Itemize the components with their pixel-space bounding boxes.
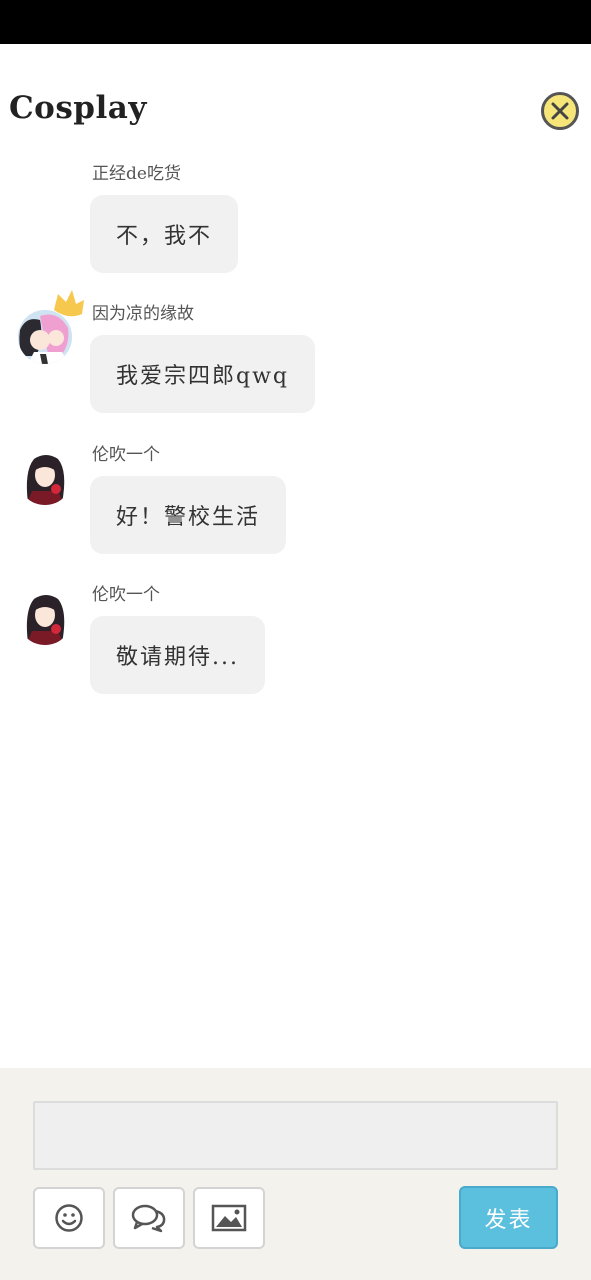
message-username: 正经de吃货 bbox=[92, 164, 181, 184]
message-username: 伦吹一个 bbox=[92, 445, 160, 465]
send-button[interactable]: 发表 bbox=[459, 1186, 558, 1249]
emoji-button[interactable] bbox=[33, 1187, 105, 1249]
message-bubble[interactable]: 不，我不 bbox=[90, 195, 239, 273]
image-button[interactable] bbox=[193, 1187, 265, 1249]
message-bubble[interactable]: 我爱宗四郎qwq bbox=[90, 335, 315, 413]
crown-icon bbox=[54, 290, 84, 317]
message-input[interactable] bbox=[33, 1101, 558, 1170]
close-circle-icon bbox=[551, 102, 569, 120]
composer: 发表 bbox=[0, 1068, 591, 1280]
chat-bubbles-icon bbox=[131, 1204, 166, 1233]
chat-button[interactable] bbox=[113, 1187, 185, 1249]
close-button[interactable] bbox=[541, 92, 579, 130]
header: Cosplay bbox=[0, 44, 591, 160]
message-username: 伦吹一个 bbox=[92, 585, 160, 605]
image-icon bbox=[211, 1204, 247, 1232]
message-bubble[interactable]: 好！警校生活 bbox=[90, 476, 287, 554]
message-bubble[interactable]: 敬请期待... bbox=[90, 616, 265, 694]
avatar[interactable] bbox=[18, 591, 72, 645]
status-bar bbox=[0, 0, 591, 44]
page-title: Cosplay bbox=[9, 90, 147, 126]
smiley-icon bbox=[55, 1204, 83, 1232]
avatar[interactable] bbox=[18, 451, 72, 505]
message-username: 因为凉的缘故 bbox=[92, 304, 194, 324]
